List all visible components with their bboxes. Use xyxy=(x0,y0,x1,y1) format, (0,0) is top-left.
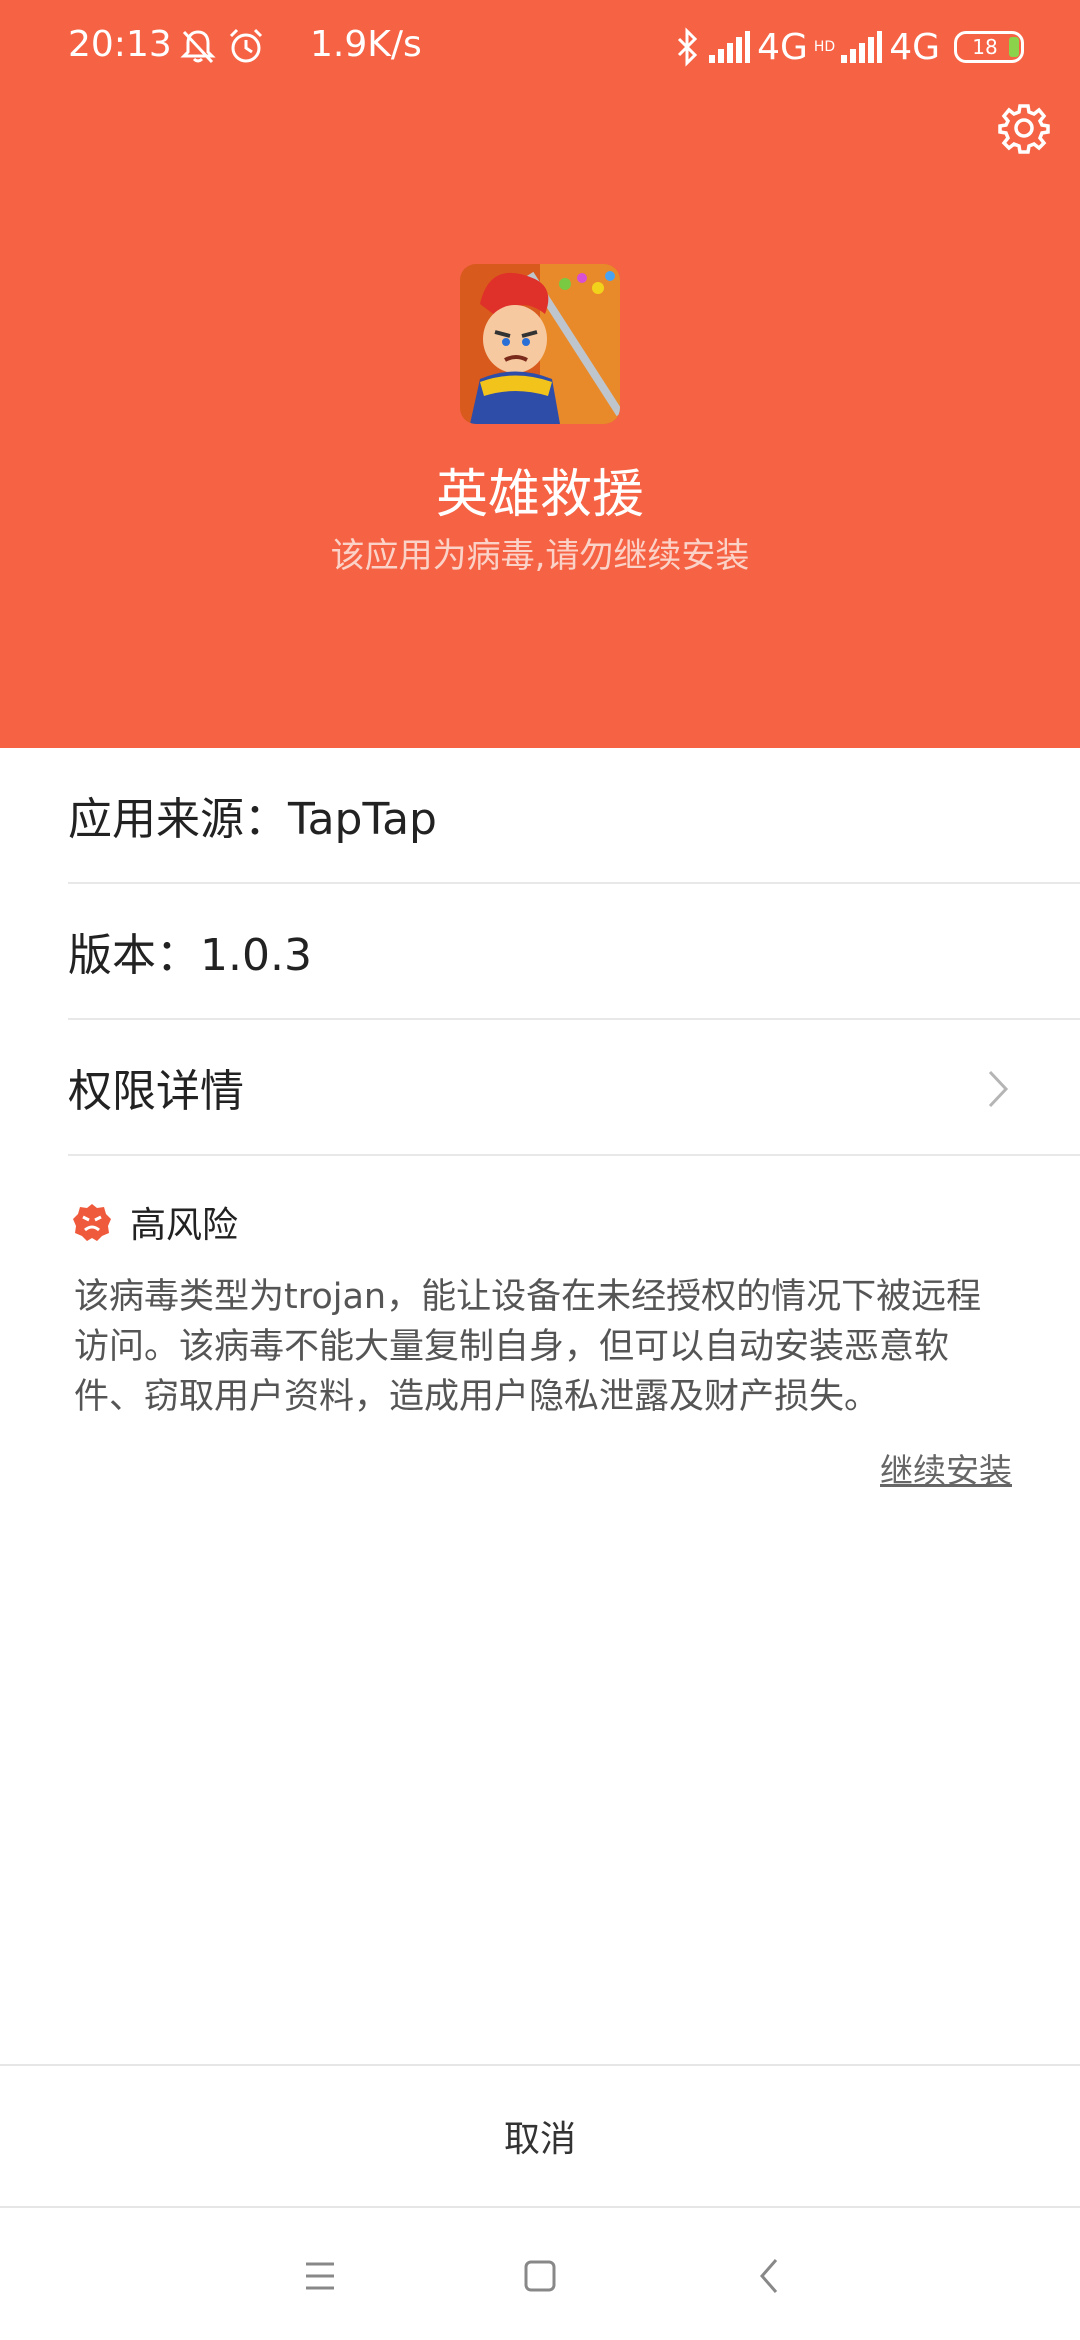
app-name: 英雄救援 xyxy=(435,465,644,525)
battery-icon: 18 xyxy=(954,31,1024,63)
install-warning-screen: 20:13 1.9K/s 4G HD 4G 18 英雄救援 该应用为病毒,请勿继… xyxy=(0,0,1080,2340)
network-speed: 1.9K/s xyxy=(310,24,422,65)
risk-level: 高风险 xyxy=(72,1196,238,1248)
signal-icon xyxy=(841,31,883,63)
app-icon xyxy=(460,264,620,424)
bell-off-icon xyxy=(180,30,216,64)
app-source-row: 应用来源：TapTap xyxy=(68,748,1080,884)
risk-face-icon xyxy=(73,1204,111,1241)
app-source: 应用来源：TapTap xyxy=(68,794,437,845)
menu-icon[interactable] xyxy=(292,2248,348,2304)
home-icon[interactable] xyxy=(512,2248,568,2304)
gear-icon[interactable] xyxy=(996,100,1052,156)
hd-tag: HD xyxy=(813,39,836,55)
battery-level: 18 xyxy=(972,35,998,59)
battery-fill xyxy=(1009,37,1019,57)
chevron-right-icon xyxy=(988,1070,1009,1108)
version-row: 版本：1.0.3 xyxy=(68,884,1080,1020)
permissions-label: 权限详情 xyxy=(68,1066,244,1117)
virus-warning-text: 该应用为病毒,请勿继续安装 xyxy=(330,536,750,576)
risk-description: 该病毒类型为trojan，能让设备在未经授权的情况下被远程访问。该病毒不能大量复… xyxy=(74,1277,982,1417)
signal-icon xyxy=(709,31,751,63)
permissions-row[interactable]: 权限详情 xyxy=(68,1020,1080,1156)
bluetooth-icon xyxy=(678,27,698,67)
status-time: 20:13 xyxy=(68,24,172,65)
status-right-group: 4G HD 4G 18 xyxy=(675,22,1024,72)
risk-level-label: 高风险 xyxy=(130,1205,239,1246)
network-type-2: 4G xyxy=(889,26,940,68)
cancel-button[interactable]: 取消 xyxy=(0,2064,1080,2208)
network-type-1: 4G xyxy=(757,26,808,68)
navigation-bar xyxy=(0,2210,1080,2340)
cancel-label: 取消 xyxy=(503,2119,576,2160)
warning-header: 20:13 1.9K/s 4G HD 4G 18 英雄救援 该应用为病毒,请勿继… xyxy=(0,0,1080,748)
alarm-icon xyxy=(229,28,263,63)
back-icon[interactable] xyxy=(742,2248,798,2304)
status-bar: 20:13 1.9K/s 4G HD 4G 18 xyxy=(0,0,1080,96)
continue-install-link[interactable]: 继续安装 xyxy=(880,1444,1012,1492)
app-version: 版本：1.0.3 xyxy=(68,930,312,981)
